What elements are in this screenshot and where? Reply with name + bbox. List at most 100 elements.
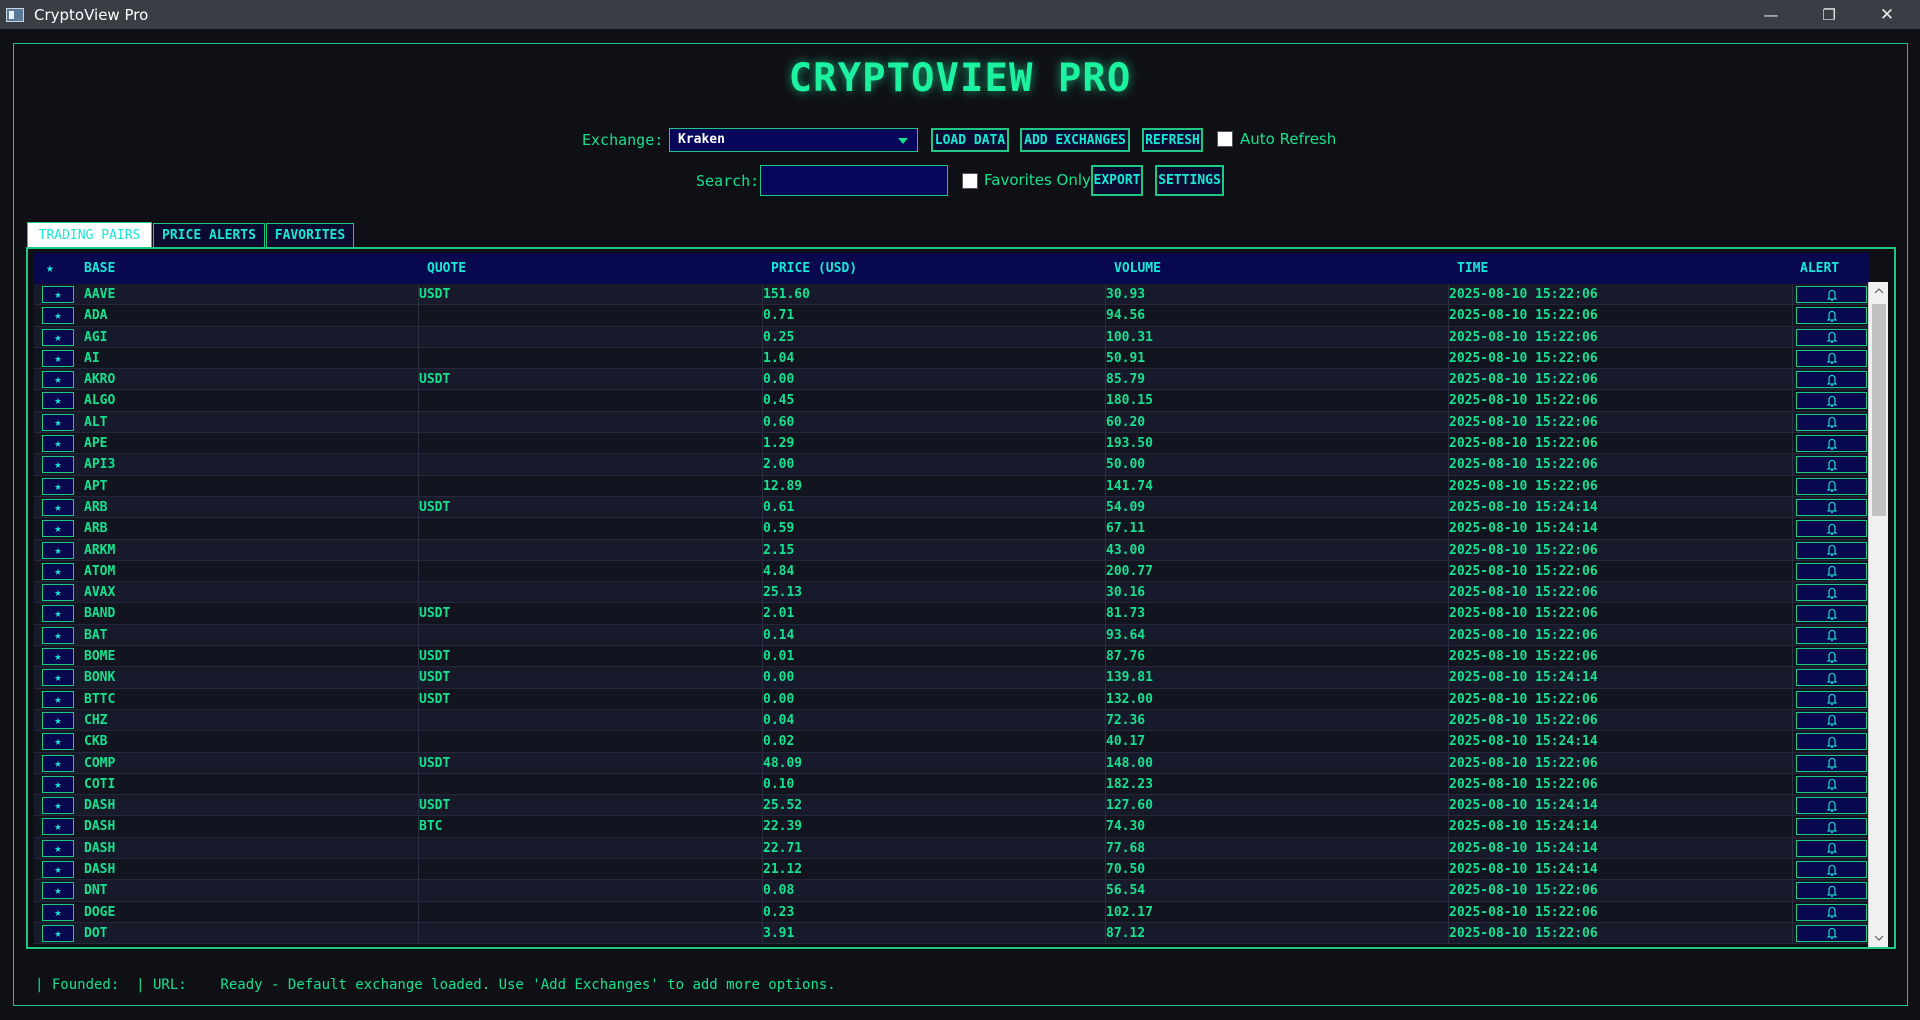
table-row[interactable]: ★ DASH USDT 25.52 127.60 2025-08-10 15:24:14 <box>34 795 1870 817</box>
tab-price-alerts[interactable]: PRICE ALERTS <box>153 223 265 248</box>
bell-icon[interactable] <box>1796 498 1867 516</box>
table-row[interactable]: ★ AVAX 25.13 30.16 2025-08-10 15:22:06 <box>34 582 1870 604</box>
favorite-star-icon[interactable]: ★ <box>42 605 74 623</box>
bell-icon[interactable] <box>1796 328 1867 346</box>
bell-icon[interactable] <box>1796 733 1867 751</box>
table-row[interactable]: ★ BONK USDT 0.00 139.81 2025-08-10 15:24:14 <box>34 667 1870 689</box>
header-price[interactable]: PRICE (USD) <box>771 253 857 284</box>
bell-icon[interactable] <box>1796 711 1867 729</box>
add-exchanges-button[interactable]: ADD EXCHANGES <box>1020 128 1130 152</box>
auto-refresh-checkbox[interactable] <box>1217 131 1233 147</box>
bell-icon[interactable] <box>1796 286 1867 303</box>
favorite-star-icon[interactable]: ★ <box>42 541 74 559</box>
favorite-star-icon[interactable]: ★ <box>42 754 74 772</box>
table-row[interactable]: ★ COTI 0.10 182.23 2025-08-10 15:22:06 <box>34 773 1870 796</box>
header-quote[interactable]: QUOTE <box>427 253 466 284</box>
bell-icon[interactable] <box>1796 307 1867 325</box>
favorite-star-icon[interactable]: ★ <box>42 413 74 431</box>
bell-icon[interactable] <box>1796 562 1867 580</box>
table-row[interactable]: ★ ARKM 2.15 43.00 2025-08-10 15:22:06 <box>34 539 1870 561</box>
vertical-scrollbar[interactable] <box>1868 282 1888 947</box>
table-row[interactable]: ★ CHZ 0.04 72.36 2025-08-10 15:22:06 <box>34 709 1870 732</box>
favorite-star-icon[interactable]: ★ <box>42 562 74 580</box>
favorite-star-icon[interactable]: ★ <box>42 711 74 729</box>
bell-icon[interactable] <box>1796 818 1867 836</box>
load-data-button[interactable]: LOAD DATA <box>931 128 1009 152</box>
table-row[interactable]: ★ AAVE USDT 151.60 30.93 2025-08-10 15:22:06 <box>34 284 1870 306</box>
table-row[interactable]: ★ ATOM 4.84 200.77 2025-08-10 15:22:06 <box>34 560 1870 583</box>
header-alert[interactable]: ALERT <box>1800 253 1839 284</box>
bell-icon[interactable] <box>1796 435 1867 453</box>
bell-icon[interactable] <box>1796 349 1867 367</box>
favorite-star-icon[interactable]: ★ <box>42 733 74 751</box>
header-base[interactable]: BASE <box>84 253 115 284</box>
favorite-star-icon[interactable]: ★ <box>42 648 74 666</box>
bell-icon[interactable] <box>1796 456 1867 474</box>
table-row[interactable]: ★ BOME USDT 0.01 87.76 2025-08-10 15:22:06 <box>34 646 1870 668</box>
favorite-star-icon[interactable]: ★ <box>42 349 74 367</box>
table-row[interactable]: ★ BAND USDT 2.01 81.73 2025-08-10 15:22:06 <box>34 603 1870 625</box>
table-row[interactable]: ★ BAT 0.14 93.64 2025-08-10 15:22:06 <box>34 624 1870 647</box>
exchange-select[interactable]: Kraken <box>669 128 918 152</box>
bell-icon[interactable] <box>1796 669 1867 687</box>
favorite-star-icon[interactable]: ★ <box>42 626 74 644</box>
favorite-star-icon[interactable]: ★ <box>42 392 74 410</box>
bell-icon[interactable] <box>1796 754 1867 772</box>
minimize-icon[interactable]: — <box>1742 0 1800 29</box>
favorite-star-icon[interactable]: ★ <box>42 924 74 942</box>
favorite-star-icon[interactable]: ★ <box>42 903 74 921</box>
header-volume[interactable]: VOLUME <box>1114 253 1161 284</box>
bell-icon[interactable] <box>1796 861 1867 879</box>
bell-icon[interactable] <box>1796 903 1867 921</box>
favorite-star-icon[interactable]: ★ <box>42 818 74 836</box>
table-row[interactable]: ★ DNT 0.08 56.54 2025-08-10 15:22:06 <box>34 880 1870 902</box>
bell-icon[interactable] <box>1796 477 1867 495</box>
table-row[interactable]: ★ DASH 21.12 70.50 2025-08-10 15:24:14 <box>34 859 1870 881</box>
bell-icon[interactable] <box>1796 924 1867 942</box>
table-row[interactable]: ★ APT 12.89 141.74 2025-08-10 15:22:06 <box>34 475 1870 497</box>
bell-icon[interactable] <box>1796 797 1867 815</box>
tab-trading-pairs[interactable]: TRADING PAIRS <box>27 222 152 249</box>
favorite-star-icon[interactable]: ★ <box>42 435 74 453</box>
table-row[interactable]: ★ AI 1.04 50.91 2025-08-10 15:22:06 <box>34 347 1870 370</box>
scroll-up-icon[interactable] <box>1869 282 1889 300</box>
bell-icon[interactable] <box>1796 882 1867 900</box>
favorite-star-icon[interactable]: ★ <box>42 307 74 325</box>
bell-icon[interactable] <box>1796 839 1867 857</box>
table-row[interactable]: ★ ALT 0.60 60.20 2025-08-10 15:22:06 <box>34 411 1870 434</box>
bell-icon[interactable] <box>1796 371 1867 389</box>
table-row[interactable]: ★ ALGO 0.45 180.15 2025-08-10 15:22:06 <box>34 390 1870 412</box>
scroll-thumb[interactable] <box>1872 304 1886 516</box>
favorite-star-icon[interactable]: ★ <box>42 328 74 346</box>
favorite-star-icon[interactable]: ★ <box>42 861 74 879</box>
table-row[interactable]: ★ ADA 0.71 94.56 2025-08-10 15:22:06 <box>34 305 1870 327</box>
bell-icon[interactable] <box>1796 413 1867 431</box>
favorite-star-icon[interactable]: ★ <box>42 520 74 538</box>
favorite-star-icon[interactable]: ★ <box>42 286 74 303</box>
favorite-star-icon[interactable]: ★ <box>42 839 74 857</box>
favorite-star-icon[interactable]: ★ <box>42 882 74 900</box>
bell-icon[interactable] <box>1796 648 1867 666</box>
table-row[interactable]: ★ API3 2.00 50.00 2025-08-10 15:22:06 <box>34 454 1870 476</box>
bell-icon[interactable] <box>1796 584 1867 602</box>
favorite-star-icon[interactable]: ★ <box>42 477 74 495</box>
bell-icon[interactable] <box>1796 605 1867 623</box>
favorite-star-icon[interactable]: ★ <box>42 456 74 474</box>
table-row[interactable]: ★ COMP USDT 48.09 148.00 2025-08-10 15:22:06 <box>34 752 1870 774</box>
restore-icon[interactable]: ❐ <box>1800 0 1858 29</box>
table-row[interactable]: ★ BTTC USDT 0.00 132.00 2025-08-10 15:22:06 <box>34 688 1870 710</box>
bell-icon[interactable] <box>1796 690 1867 708</box>
refresh-button[interactable]: REFRESH <box>1142 128 1203 152</box>
search-input[interactable] <box>760 165 948 196</box>
table-row[interactable]: ★ ARB USDT 0.61 54.09 2025-08-10 15:24:14 <box>34 496 1870 519</box>
table-row[interactable]: ★ DASH BTC 22.39 74.30 2025-08-10 15:24:14 <box>34 816 1870 838</box>
bell-icon[interactable] <box>1796 520 1867 538</box>
table-row[interactable]: ★ AKRO USDT 0.00 85.79 2025-08-10 15:22:06 <box>34 369 1870 391</box>
table-row[interactable]: ★ DOT 3.91 87.12 2025-08-10 15:22:06 <box>34 922 1870 945</box>
favorite-star-icon[interactable]: ★ <box>42 797 74 815</box>
export-button[interactable]: EXPORT <box>1091 165 1143 196</box>
table-row[interactable]: ★ DASH 22.71 77.68 2025-08-10 15:24:14 <box>34 837 1870 860</box>
scroll-down-icon[interactable] <box>1869 929 1889 947</box>
close-icon[interactable]: ✕ <box>1858 0 1916 29</box>
bell-icon[interactable] <box>1796 775 1867 793</box>
